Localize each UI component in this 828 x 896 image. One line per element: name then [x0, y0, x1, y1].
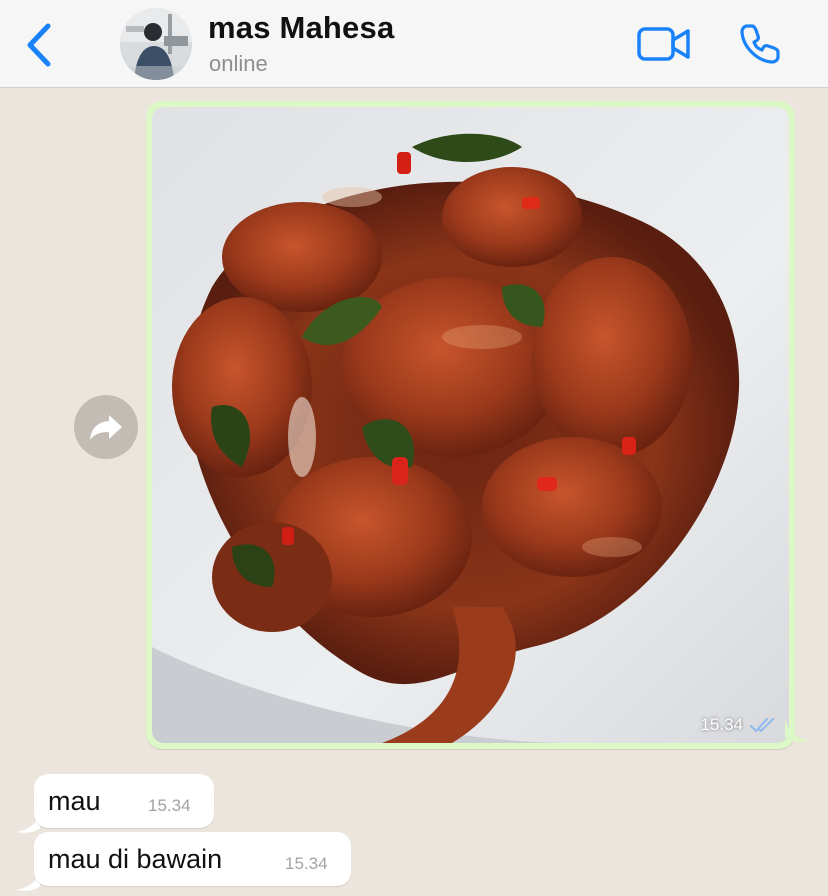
message-time: 15.34 [148, 796, 191, 815]
forward-button[interactable] [74, 395, 138, 459]
video-call-button[interactable] [636, 24, 692, 64]
outgoing-image-message[interactable]: 15.34 [146, 101, 795, 749]
phone-icon [740, 24, 780, 64]
video-camera-icon [637, 27, 690, 61]
chevron-left-icon [27, 23, 51, 67]
incoming-text-message[interactable]: mau di bawain 15.34 [34, 832, 351, 886]
message-time: 15.34 [700, 715, 743, 734]
photo-meta: 15.34 [700, 715, 775, 735]
avatar-image [120, 8, 192, 80]
contact-name[interactable]: mas Mahesa [208, 10, 394, 46]
message-text: mau di bawain [48, 844, 223, 874]
double-check-icon [750, 718, 774, 732]
message-text: mau [48, 786, 101, 816]
bubble-tail [785, 719, 811, 742]
chat-area[interactable]: 15.34 mau 15.34 mau di bawain 15.34 [0, 88, 828, 896]
contact-status: online [209, 51, 268, 76]
avatar[interactable] [120, 8, 192, 80]
back-button[interactable] [20, 22, 60, 68]
incoming-text-message[interactable]: mau 15.34 [34, 774, 214, 828]
voice-call-button[interactable] [738, 22, 782, 66]
forward-arrow-icon [90, 415, 122, 440]
food-photo[interactable]: 15.34 [152, 107, 789, 743]
chat-header: mas Mahesa online [0, 0, 828, 88]
message-time: 15.34 [285, 854, 328, 873]
